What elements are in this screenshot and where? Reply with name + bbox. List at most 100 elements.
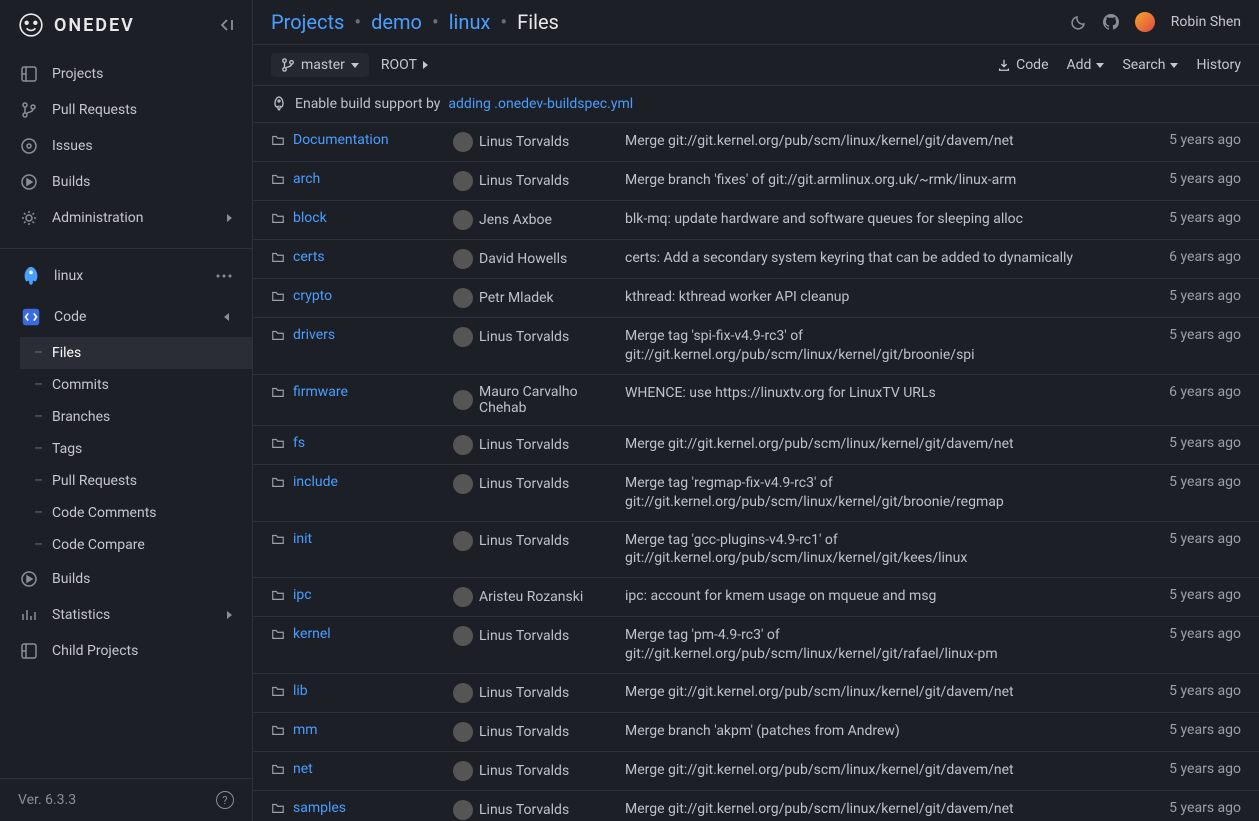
sidebar-item-pull-requests[interactable]: Pull Requests — [0, 92, 252, 128]
author-name[interactable]: Linus Torvalds — [479, 173, 569, 189]
commit-message[interactable]: Merge tag 'gcc-plugins-v4.9-rc1' of git:… — [625, 531, 1137, 569]
code-download-button[interactable]: Code — [997, 57, 1048, 73]
author-name[interactable]: Linus Torvalds — [479, 724, 569, 740]
commit-message[interactable]: Merge git://git.kernel.org/pub/scm/linux… — [625, 435, 1137, 454]
project-more-icon[interactable] — [216, 274, 232, 278]
file-name-link[interactable]: fs — [293, 435, 305, 451]
code-subitem-pull-requests[interactable]: Pull Requests — [20, 465, 252, 497]
file-name-link[interactable]: mm — [293, 722, 318, 738]
commit-message[interactable]: Merge branch 'fixes' of git://git.armlin… — [625, 171, 1137, 190]
sidebar-item-builds[interactable]: Builds — [0, 164, 252, 200]
folder-icon — [271, 723, 285, 737]
code-tree-root[interactable]: Code — [0, 297, 252, 337]
file-row[interactable]: net Linus Torvalds Merge git://git.kernel.… — [253, 752, 1259, 791]
search-button[interactable]: Search — [1122, 57, 1178, 73]
author-name[interactable]: Linus Torvalds — [479, 533, 569, 549]
file-name-link[interactable]: certs — [293, 249, 325, 265]
commit-message[interactable]: Merge tag 'pm-4.9-rc3' of git://git.kern… — [625, 626, 1137, 664]
file-row[interactable]: firmware Mauro Carvalho Chehab WHENCE: use… — [253, 375, 1259, 426]
file-name-link[interactable]: kernel — [293, 626, 331, 642]
commit-message[interactable]: ipc: account for kmem usage on mqueue an… — [625, 587, 1137, 606]
sidebar-item-issues[interactable]: Issues — [0, 128, 252, 164]
file-row[interactable]: lib Linus Torvalds Merge git://git.kernel.… — [253, 674, 1259, 713]
file-name-link[interactable]: samples — [293, 800, 346, 816]
file-name-link[interactable]: arch — [293, 171, 320, 187]
file-row[interactable]: fs Linus Torvalds Merge git://git.kernel.o… — [253, 426, 1259, 465]
author-name[interactable]: Mauro Carvalho Chehab — [479, 384, 611, 416]
commit-message[interactable]: kthread: kthread worker API cleanup — [625, 288, 1137, 307]
theme-moon-icon[interactable] — [1071, 14, 1087, 30]
project-nav-child-projects[interactable]: Child Projects — [0, 633, 252, 669]
file-row[interactable]: samples Linus Torvalds Merge git://git.ker… — [253, 791, 1259, 821]
sidebar-item-administration[interactable]: Administration — [0, 200, 252, 236]
project-context[interactable]: linux — [0, 255, 252, 297]
commit-message[interactable]: WHENCE: use https://linuxtv.org for Linu… — [625, 384, 1137, 403]
file-row[interactable]: certs David Howells certs: Add a secondary… — [253, 240, 1259, 279]
author-name[interactable]: Aristeu Rozanski — [479, 589, 583, 605]
author-name[interactable]: Linus Torvalds — [479, 763, 569, 779]
path-root[interactable]: ROOT — [381, 57, 417, 73]
file-row[interactable]: mm Linus Torvalds Merge branch 'akpm' (pat… — [253, 713, 1259, 752]
commit-message[interactable]: Merge branch 'akpm' (patches from Andrew… — [625, 722, 1137, 741]
author-name[interactable]: Linus Torvalds — [479, 476, 569, 492]
code-subitem-code-comments[interactable]: Code Comments — [20, 497, 252, 529]
file-row[interactable]: kernel Linus Torvalds Merge tag 'pm-4.9-rc… — [253, 617, 1259, 674]
file-row[interactable]: arch Linus Torvalds Merge branch 'fixes' o… — [253, 162, 1259, 201]
file-row[interactable]: block Jens Axboe blk-mq: update hardware a… — [253, 201, 1259, 240]
file-row[interactable]: include Linus Torvalds Merge tag 'regmap-f… — [253, 465, 1259, 522]
author-name[interactable]: Linus Torvalds — [479, 134, 569, 150]
help-icon[interactable]: ? — [216, 791, 234, 809]
author-name[interactable]: Petr Mladek — [479, 290, 554, 306]
commit-message[interactable]: Merge git://git.kernel.org/pub/scm/linux… — [625, 683, 1137, 702]
branch-selector[interactable]: master — [271, 53, 369, 77]
user-avatar[interactable] — [1135, 12, 1155, 32]
code-subitem-branches[interactable]: Branches — [20, 401, 252, 433]
file-row[interactable]: Documentation Linus Torvalds Merge git://g… — [253, 123, 1259, 162]
file-name-link[interactable]: drivers — [293, 327, 335, 343]
file-name-link[interactable]: lib — [293, 683, 308, 699]
author-name[interactable]: Linus Torvalds — [479, 329, 569, 345]
author-name[interactable]: Linus Torvalds — [479, 685, 569, 701]
file-name-link[interactable]: net — [293, 761, 313, 777]
breadcrumb-projects[interactable]: Projects — [271, 10, 344, 34]
author-name[interactable]: Linus Torvalds — [479, 628, 569, 644]
file-row[interactable]: init Linus Torvalds Merge tag 'gcc-plugins… — [253, 522, 1259, 579]
add-button[interactable]: Add — [1067, 57, 1105, 73]
code-subitem-commits[interactable]: Commits — [20, 369, 252, 401]
code-subitem-files[interactable]: Files — [20, 337, 252, 369]
breadcrumb-linux[interactable]: linux — [449, 10, 491, 34]
commit-message[interactable]: Merge git://git.kernel.org/pub/scm/linux… — [625, 132, 1137, 151]
commit-message[interactable]: Merge git://git.kernel.org/pub/scm/linux… — [625, 800, 1137, 819]
commit-message[interactable]: Merge tag 'regmap-fix-v4.9-rc3' of git:/… — [625, 474, 1137, 512]
file-name-link[interactable]: firmware — [293, 384, 348, 400]
author-name[interactable]: Linus Torvalds — [479, 802, 569, 818]
file-name-link[interactable]: Documentation — [293, 132, 389, 148]
commit-message[interactable]: Merge git://git.kernel.org/pub/scm/linux… — [625, 761, 1137, 780]
file-row[interactable]: ipc Aristeu Rozanski ipc: account for kmem… — [253, 578, 1259, 617]
file-name-link[interactable]: crypto — [293, 288, 332, 304]
project-nav-builds[interactable]: Builds — [0, 561, 252, 597]
commit-message[interactable]: blk-mq: update hardware and software que… — [625, 210, 1137, 229]
file-name-link[interactable]: init — [293, 531, 312, 547]
github-icon[interactable] — [1103, 14, 1119, 30]
file-name-link[interactable]: block — [293, 210, 327, 226]
breadcrumb-demo[interactable]: demo — [371, 10, 422, 34]
file-name-link[interactable]: ipc — [293, 587, 312, 603]
commit-message[interactable]: Merge tag 'spi-fix-v4.9-rc3' of git://gi… — [625, 327, 1137, 365]
file-name-link[interactable]: include — [293, 474, 338, 490]
sidebar-header: ONEDEV — [0, 0, 252, 50]
history-button[interactable]: History — [1196, 57, 1241, 73]
file-row[interactable]: drivers Linus Torvalds Merge tag 'spi-fix-… — [253, 318, 1259, 375]
commit-message[interactable]: certs: Add a secondary system keyring th… — [625, 249, 1137, 268]
author-name[interactable]: Linus Torvalds — [479, 437, 569, 453]
code-subitem-tags[interactable]: Tags — [20, 433, 252, 465]
code-subitem-code-compare[interactable]: Code Compare — [20, 529, 252, 561]
user-name[interactable]: Robin Shen — [1171, 14, 1241, 30]
sidebar-collapse-button[interactable] — [218, 17, 234, 33]
build-notice-link[interactable]: adding .onedev-buildspec.yml — [448, 96, 633, 112]
author-name[interactable]: Jens Axboe — [479, 212, 552, 228]
project-nav-statistics[interactable]: Statistics — [0, 597, 252, 633]
sidebar-item-projects[interactable]: Projects — [0, 56, 252, 92]
author-name[interactable]: David Howells — [479, 251, 567, 267]
file-row[interactable]: crypto Petr Mladek kthread: kthread worker… — [253, 279, 1259, 318]
